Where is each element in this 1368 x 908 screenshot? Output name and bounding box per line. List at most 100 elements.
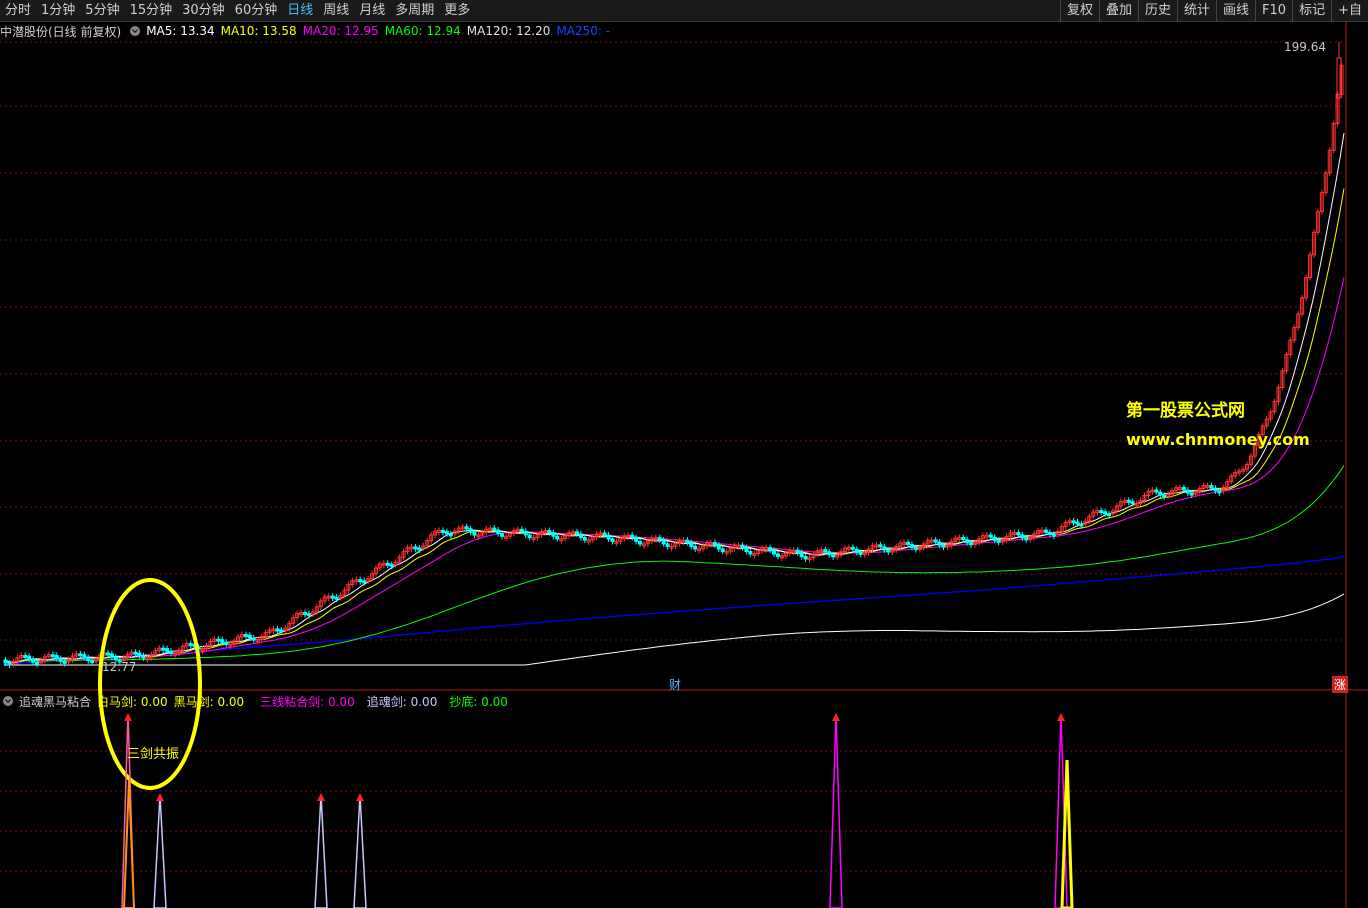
candle-body (878, 544, 883, 548)
candle-body (795, 549, 800, 554)
candle-body (50, 654, 55, 658)
watermark-url: www.chnmoney.com (1126, 430, 1310, 449)
candle-body (464, 526, 469, 530)
candle-body (62, 660, 67, 664)
candle-body (216, 638, 221, 642)
high-price-label: 199.64 (1284, 40, 1326, 54)
candle-body (413, 546, 418, 550)
candle-body (803, 556, 808, 560)
candle-body (448, 533, 453, 537)
candle-body (1181, 487, 1186, 491)
candle-body (630, 534, 635, 539)
candle-body (555, 535, 560, 540)
candle-body (275, 628, 280, 632)
indicator-line: 追魂黑马粘合 白马剑: 0.00 黑马剑: 0.00 三线粘合剑: 0.00 追… (0, 693, 514, 709)
candle-body (389, 563, 394, 567)
candle-body (712, 542, 717, 546)
candle-body (161, 647, 166, 651)
candle-body (638, 540, 643, 545)
candle-body (1217, 490, 1222, 494)
candle-body (1126, 499, 1131, 503)
candle-body (224, 641, 229, 646)
candle-body (823, 549, 828, 553)
candle-body (362, 580, 367, 584)
candle-body (3, 659, 8, 664)
candle-body (1130, 501, 1135, 505)
candle-body (906, 541, 911, 545)
candle-body (31, 658, 36, 663)
candle-body (610, 538, 615, 543)
candle-body (527, 534, 532, 539)
candle-body (251, 637, 256, 641)
candle-body (306, 613, 311, 617)
finance-marker[interactable]: 财 (669, 676, 681, 693)
candle-body (444, 531, 449, 535)
candle-body (7, 662, 12, 666)
candle-body (137, 652, 142, 657)
candle-body (665, 543, 670, 548)
candle-body (969, 542, 974, 546)
candle-body (440, 529, 445, 533)
candle-body (496, 529, 501, 535)
candle-body (886, 549, 891, 553)
candle-body (827, 551, 832, 556)
chaodi-label: 抄底: 0.00 (449, 694, 508, 709)
indicator-settings-icon[interactable] (3, 696, 13, 706)
signal-arrow (317, 793, 325, 801)
candle-body (109, 653, 114, 658)
candle-body (551, 532, 556, 537)
candle-body (468, 528, 473, 533)
candle-body (1154, 489, 1159, 493)
candle-body (965, 539, 970, 544)
candle-body (772, 549, 777, 555)
candle-body (82, 654, 87, 659)
price-chart[interactable] (0, 0, 1368, 908)
candle-body (169, 650, 174, 655)
signal-arrow (832, 713, 840, 721)
candle-body (78, 653, 83, 657)
candle-body (133, 651, 138, 655)
candle-body (86, 657, 91, 662)
candle-body (1107, 513, 1112, 517)
candle-body (385, 562, 390, 566)
candle-body (858, 551, 863, 555)
candle-body (417, 547, 422, 551)
candle-body (720, 548, 725, 552)
zhang-marker[interactable]: 涨 (1332, 676, 1349, 693)
candle-body (1043, 529, 1048, 533)
baima-label: 白马剑: 0.00 (97, 694, 168, 709)
candle-body (606, 534, 611, 540)
candle-body (1020, 534, 1025, 539)
candle-body (574, 531, 579, 535)
candle-body (1162, 494, 1167, 498)
heima-label: 黑马剑: 0.00 (173, 694, 245, 709)
candle-body (90, 660, 95, 664)
candle-body (799, 552, 804, 558)
candle-body (661, 539, 666, 545)
candle-body (1016, 532, 1021, 536)
candle-body (523, 530, 528, 536)
candle-body (54, 654, 59, 659)
candle-body (693, 545, 698, 550)
candle-body (1051, 533, 1056, 537)
candle-body (1158, 491, 1163, 496)
candle-body (1099, 510, 1104, 514)
candle-body (1071, 520, 1076, 524)
spike-zhuihun (314, 794, 328, 908)
candle-body (716, 544, 721, 550)
candle-body (519, 528, 524, 532)
candle-body (188, 643, 193, 647)
candle-body (1075, 521, 1080, 525)
candle-body (303, 612, 308, 616)
candle-body (657, 537, 662, 541)
candle-body (1189, 492, 1194, 496)
candle-body (996, 539, 1001, 543)
signal-arrow (124, 713, 132, 721)
candle-body (961, 536, 966, 541)
candle-body (854, 548, 859, 553)
candle-body (243, 634, 248, 638)
spike-zhuihun (153, 794, 167, 908)
zhuihun-label: 追魂剑: 0.00 (366, 694, 438, 709)
candle-body (744, 547, 749, 552)
indicator-name: 追魂黑马粘合 (19, 694, 92, 709)
